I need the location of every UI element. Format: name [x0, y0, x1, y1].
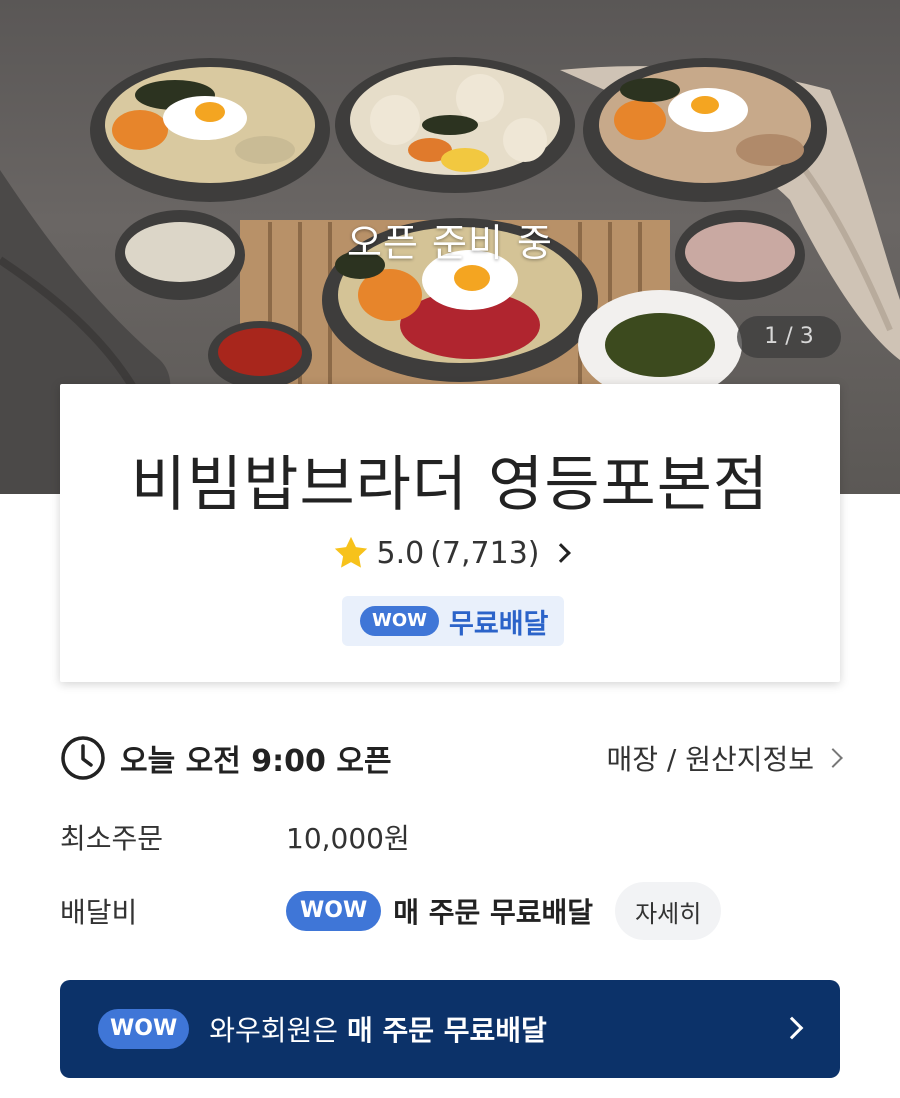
star-icon	[335, 536, 368, 568]
delivery-fee-value-group: WOW 매 주문 무료배달	[286, 891, 593, 931]
delivery-fee-label: 배달비	[60, 896, 138, 929]
banner-text-bold: 매 주문 무료배달	[346, 1014, 547, 1047]
store-origin-info-label: 매장 / 원산지정보	[606, 743, 814, 776]
chevron-right-icon	[823, 748, 843, 768]
wow-badge: WOW	[360, 606, 440, 636]
delivery-fee-row: 배달비 WOW 매 주문 무료배달 자세히	[60, 880, 840, 942]
free-delivery-label: 무료배달	[449, 608, 549, 640]
min-order-label: 최소주문	[60, 822, 164, 855]
min-order-value: 10,000원	[286, 822, 410, 855]
wow-free-delivery-tag: WOW 무료배달	[342, 596, 565, 646]
clock-icon	[61, 736, 105, 780]
banner-text-prefix: 와우회원은	[209, 1014, 347, 1047]
wow-membership-banner[interactable]: WOW 와우회원은 매 주문 무료배달	[60, 980, 840, 1078]
delivery-fee-detail-button[interactable]: 자세히	[615, 882, 722, 940]
rating-value: 5.0	[376, 535, 425, 571]
opening-hours-text: 오늘 오전 9:00 오픈	[120, 744, 392, 779]
wow-badge: WOW	[98, 1009, 190, 1049]
wow-badge: WOW	[286, 891, 382, 931]
store-name: 비빔밥브라더 영등포본점	[130, 450, 770, 520]
chevron-right-icon	[550, 543, 571, 563]
chevron-right-icon	[780, 1016, 804, 1040]
store-summary-card: 비빔밥브라더 영등포본점 5.0 (7,713) WOW 무료배달	[60, 384, 840, 682]
store-origin-info-link[interactable]: 매장 / 원산지정보	[606, 738, 843, 778]
review-count: (7,713)	[430, 535, 540, 571]
hours-row: 오늘 오전 9:00 오픈 매장 / 원산지정보	[60, 730, 843, 786]
store-status-overlay: 오픈 준비 중	[347, 221, 553, 265]
min-order-row: 최소주문 10,000원	[60, 814, 840, 860]
banner-text: 와우회원은 매 주문 무료배달	[209, 1009, 547, 1049]
delivery-fee-value: 매 주문 무료배달	[393, 896, 594, 929]
rating-reviews-link[interactable]: 5.0 (7,713)	[60, 534, 840, 572]
image-counter: 1 / 3	[737, 316, 841, 358]
